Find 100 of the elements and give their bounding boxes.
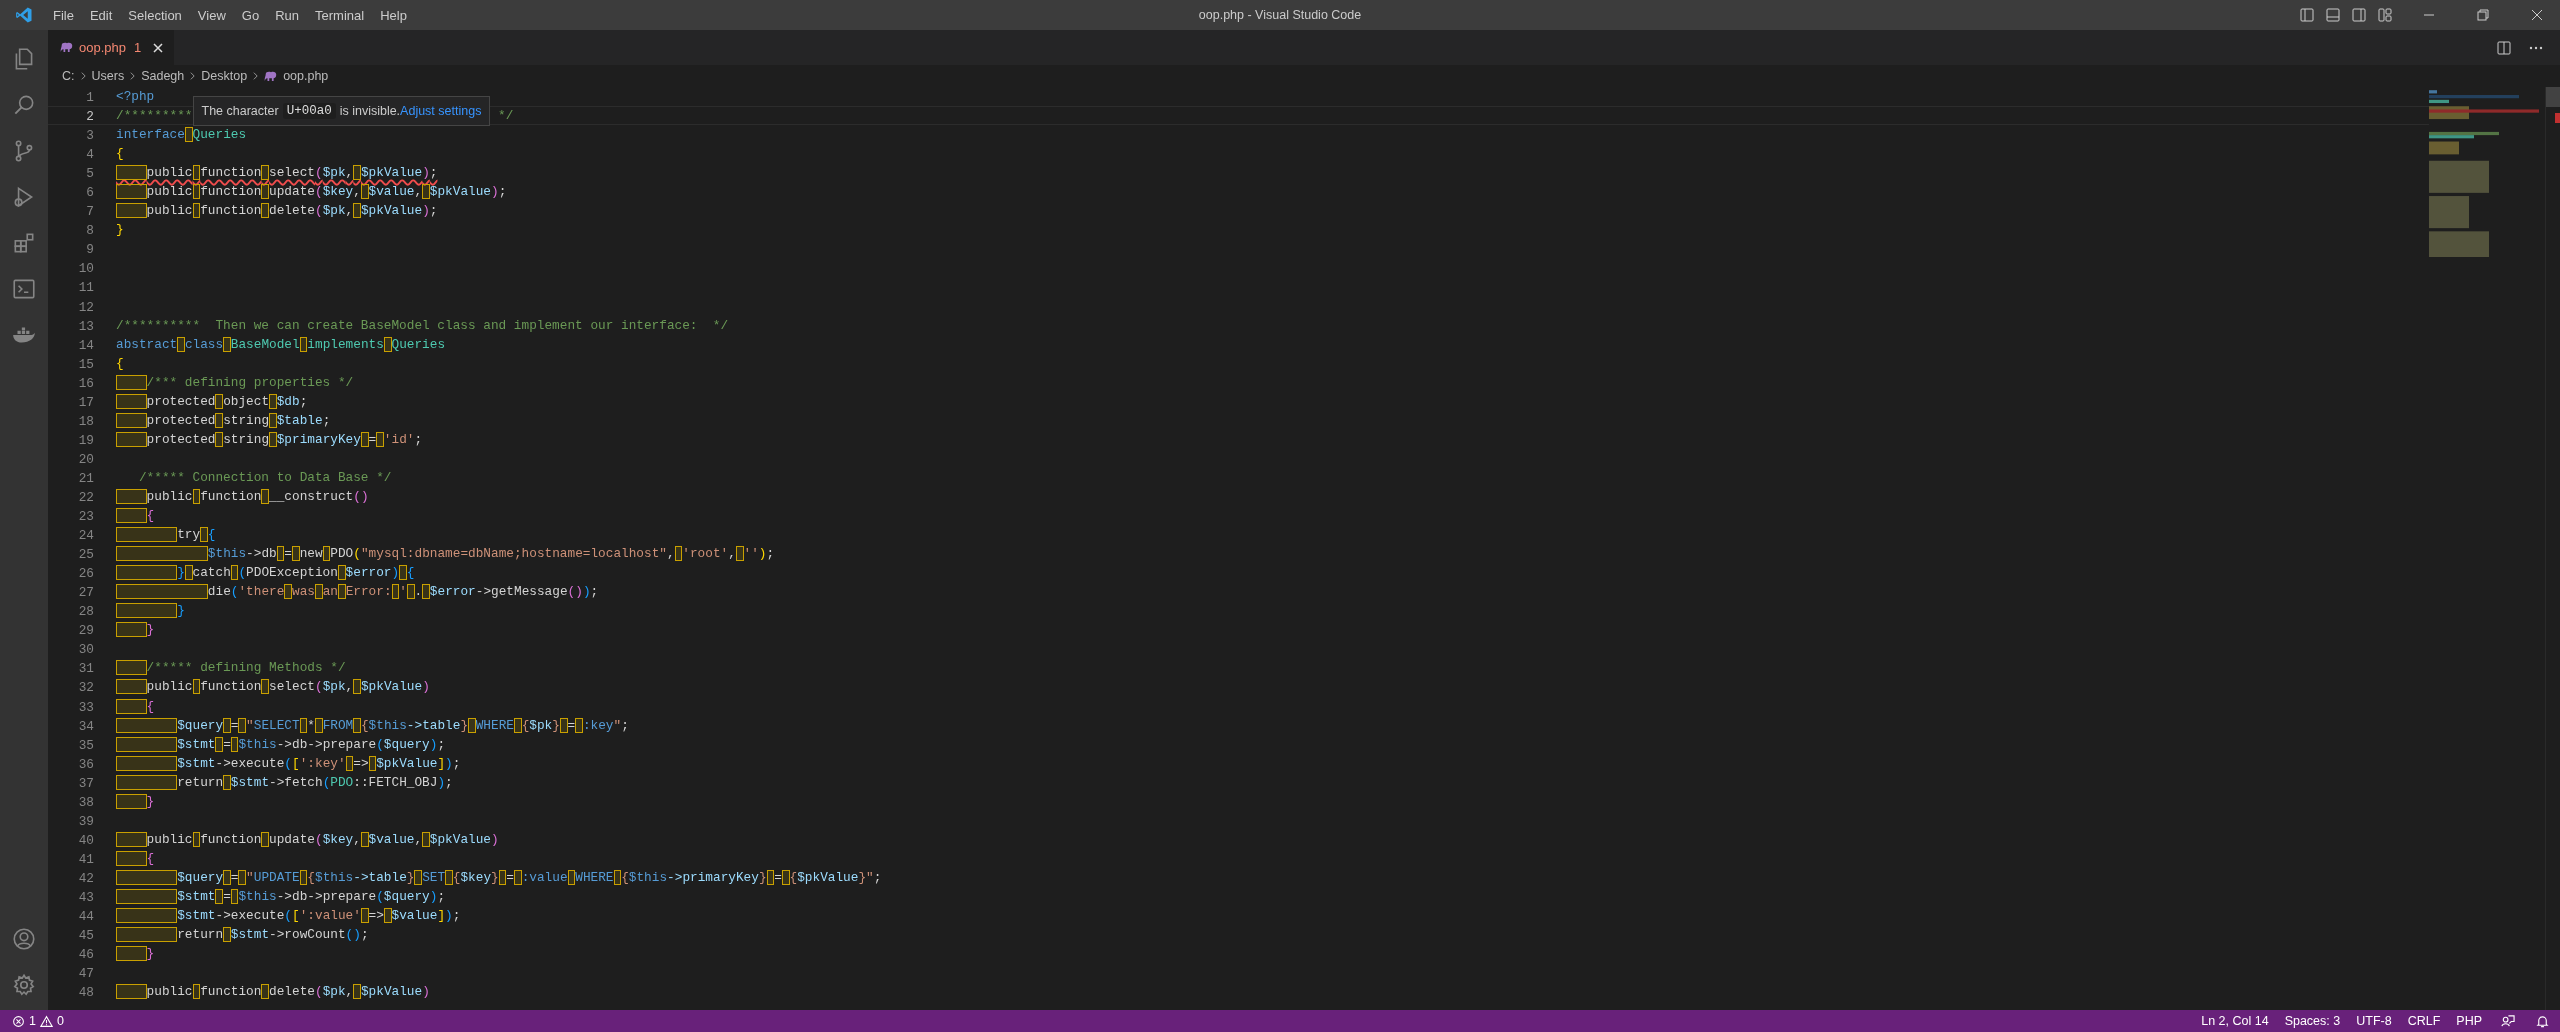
line-number: 9 — [85, 241, 94, 258]
line-number: 24 — [77, 527, 94, 544]
scrollbar-thumb[interactable] — [2546, 87, 2560, 107]
status-item[interactable]: PHP — [2448, 1010, 2490, 1032]
breadcrumb-item[interactable]: C: — [62, 69, 75, 83]
code-text: abstract class BaseModel implements Queries — [116, 335, 446, 354]
code-text: } — [116, 601, 185, 621]
line-number: 12 — [77, 298, 94, 315]
status-item[interactable]: CRLF — [2399, 1010, 2449, 1032]
layout-icon[interactable] — [2377, 7, 2393, 23]
menu-item[interactable]: Go — [233, 0, 268, 30]
line-number: 40 — [77, 831, 94, 848]
menu-item[interactable]: Edit — [81, 0, 121, 30]
code-text: public function update($key, $value, $pkValue) — [116, 829, 499, 849]
menu-item[interactable]: Terminal — [307, 0, 373, 30]
line-number: 36 — [77, 755, 94, 772]
code-text: protected string $primaryKey = 'id'; — [116, 429, 423, 449]
error-icon — [12, 1014, 25, 1028]
line-number: 44 — [77, 908, 94, 925]
menu-item[interactable]: Selection — [120, 0, 190, 30]
line-number: 37 — [77, 774, 94, 791]
line-number: 32 — [77, 679, 94, 696]
breadcrumb-item[interactable]: oop.php — [283, 69, 329, 83]
code-text: { — [116, 848, 155, 868]
code-text: { — [116, 145, 124, 164]
line-number: 48 — [77, 984, 94, 1001]
menu-item[interactable]: Help — [372, 0, 415, 30]
line-number: 43 — [77, 888, 94, 905]
line-number: 34 — [77, 717, 94, 734]
line-number: 39 — [77, 812, 94, 829]
menu-item[interactable]: View — [189, 0, 234, 30]
warning-icon — [39, 1014, 53, 1028]
line-number: 26 — [77, 565, 94, 582]
breadcrumb-item[interactable]: Users — [91, 69, 125, 83]
line-number: 4 — [85, 146, 94, 163]
code-text: } — [116, 620, 155, 640]
restore-icon[interactable] — [2475, 7, 2491, 23]
line-number: 3 — [85, 127, 94, 144]
error-marker — [2555, 113, 2560, 123]
line-number: 28 — [77, 603, 94, 620]
elephant-icon — [60, 42, 74, 53]
line-number: 7 — [85, 203, 94, 220]
line-number: 41 — [77, 850, 94, 867]
line-number: 29 — [77, 622, 94, 639]
settings-icon[interactable] — [11, 972, 37, 998]
status-item[interactable]: Ln 2, Col 14 — [2193, 1010, 2277, 1032]
line-number: 14 — [77, 336, 94, 353]
code-text: /***** Connection to Data Base */ — [137, 468, 392, 487]
menu-item[interactable]: File — [45, 0, 82, 30]
menu-item[interactable]: Run — [267, 0, 307, 30]
code-text: $stmt = $this->db->prepare($query); — [116, 887, 446, 906]
line-number: 21 — [77, 469, 94, 486]
code-text: return $stmt->rowCount(); — [116, 925, 369, 945]
line-number: 11 — [77, 279, 94, 296]
elephant-icon — [264, 70, 279, 82]
code-text: */ — [497, 107, 514, 126]
code-text: public function select($pk, $pkValue); — [116, 163, 438, 183]
code-text: /********** Then we can create BaseModel class and implement our interface: */ — [116, 316, 729, 335]
line-number: 20 — [77, 450, 94, 467]
chevron-icon — [129, 71, 137, 81]
line-number: 22 — [77, 489, 94, 506]
code-text: } — [116, 221, 124, 240]
line-number: 42 — [77, 869, 94, 886]
breadcrumb-item[interactable]: Desktop — [201, 69, 248, 83]
code-text: $this->db = new PDO("mysql:dbname=dbName;hostname=localhost", 'root', ''); — [116, 544, 775, 564]
chevron-icon — [189, 71, 197, 81]
line-number: 13 — [77, 317, 94, 334]
status-item[interactable]: UTF-8 — [2348, 1010, 2400, 1032]
chevron-icon — [252, 71, 260, 81]
line-number: 17 — [77, 393, 94, 410]
problems-button[interactable]: 1 0 — [0, 1010, 72, 1032]
line-number: 33 — [77, 698, 94, 715]
line-number: 45 — [77, 927, 94, 944]
close-icon[interactable] — [2529, 7, 2545, 23]
line-number: 30 — [77, 641, 94, 658]
line-number: 5 — [85, 165, 94, 182]
line-number: 16 — [77, 374, 94, 391]
split-editor-icon[interactable] — [2496, 39, 2512, 56]
breadcrumb-item[interactable]: Sadegh — [141, 69, 185, 83]
sidebar-toggle-icon[interactable] — [2299, 7, 2315, 23]
code-text: } catch (PDOException $error) { — [116, 563, 415, 583]
account-icon[interactable] — [11, 926, 37, 952]
code-text: { — [116, 506, 155, 526]
adjust-settings-link[interactable]: Adjust settings — [400, 103, 482, 118]
code-text: public function __construct() — [116, 487, 369, 506]
code-text: protected object $db; — [116, 391, 308, 411]
code-text: public function delete($pk, $pkValue); — [116, 201, 438, 221]
panel-toggle-icon[interactable] — [2325, 7, 2341, 23]
line-number: 27 — [77, 584, 94, 601]
secondary-sidebar-icon[interactable] — [2351, 7, 2367, 23]
code-text: $stmt = $this->db->prepare($query); — [116, 734, 446, 754]
logo-icon — [15, 6, 33, 24]
code-text: public function update($key, $value, $pkValue); — [116, 182, 507, 202]
code-text: $query = "SELECT * FROM {$this->table} WHERE {$pk} = :key"; — [116, 715, 629, 735]
editor-tab[interactable]: oop.php 1 — [48, 30, 175, 65]
status-item[interactable]: Spaces: 3 — [2276, 1010, 2349, 1032]
hover-tooltip: The character U+00a0 is invisible.Adjust settings — [192, 95, 491, 126]
bell-icon[interactable] — [2535, 1013, 2550, 1029]
line-number: 31 — [77, 660, 94, 677]
feedback-icon[interactable] — [2500, 1013, 2515, 1029]
